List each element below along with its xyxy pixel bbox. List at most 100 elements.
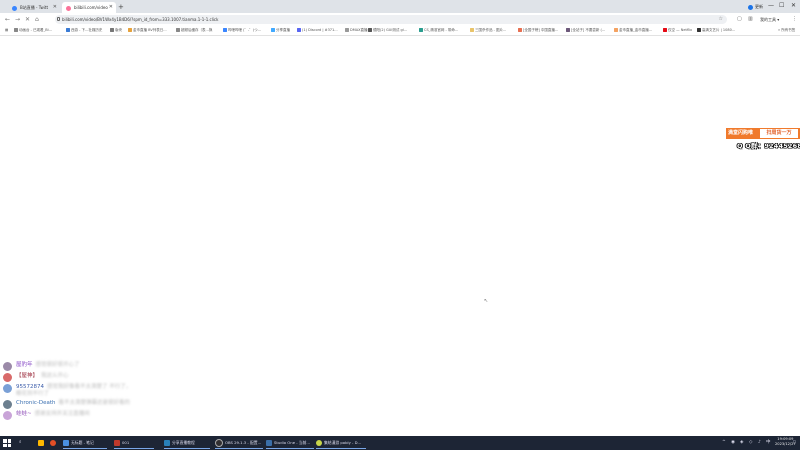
chat-username: 95572874 — [16, 384, 44, 390]
maximize-button[interactable]: ☐ — [779, 1, 784, 11]
menu-icon[interactable]: ⋮ — [792, 13, 797, 26]
new-tab-button[interactable]: + — [118, 2, 124, 12]
bookmark-item[interactable]: [全国子榜] 中国直播... — [518, 26, 558, 35]
bookmark-label: CS_精准官网 - 带命... — [424, 28, 459, 32]
browser-icon — [50, 440, 56, 446]
taskbar-app-label: Studio One - 当前... — [274, 440, 311, 445]
close-window-button[interactable]: ✕ — [791, 1, 796, 11]
taskbar-app-label: 001 — [122, 440, 130, 445]
bookmark-favicon-icon — [614, 28, 618, 32]
bookmark-favicon-icon — [470, 28, 474, 32]
bookmark-label: 仅空 — Netflix — [668, 28, 693, 32]
bookmark-item[interactable]: DMAX直播 — [345, 26, 368, 35]
taskbar-app-obs[interactable]: OBS 29.1.3 - 配置... — [215, 437, 263, 449]
chat-message: Chronic-Death 看不太清楚弹幕还是很好看的 — [3, 400, 133, 409]
notepad-icon — [63, 440, 69, 446]
bookmark-apps-icon[interactable]: ▦ — [5, 26, 8, 35]
bookmark-item[interactable]: 哔哩哔哩 (゜-゜)つ... — [223, 26, 261, 35]
bookmark-item[interactable]: 西游 - 下...社媒历史 — [66, 26, 102, 35]
close-tab-icon[interactable]: ✕ — [109, 2, 113, 13]
bookmark-item[interactable]: [全站子] 不要尝新 (... — [566, 26, 605, 35]
bookmark-item[interactable]: 德阳(2) GUI测试 gi... — [368, 26, 407, 35]
home-icon[interactable]: ⌂ — [35, 13, 39, 26]
folder-icon — [38, 440, 44, 446]
chat-username: 蛙蛙~ — [16, 411, 32, 417]
taskbar-app-001[interactable]: 001 — [114, 437, 154, 449]
update-button[interactable]: 更新 — [748, 2, 763, 11]
start-button[interactable] — [3, 439, 11, 447]
bookmark-label: 金币直播 BV列表日... — [133, 28, 167, 32]
back-icon[interactable]: ← — [5, 13, 10, 26]
windows-taskbar: ⌕ 无标题 - 笔记 001 分享直播教程 OBS 29.1.3 - 配置...… — [0, 436, 800, 450]
bookmark-item[interactable]: 动画台 - 已观看_Bi... — [14, 26, 52, 35]
obs-icon — [215, 439, 223, 447]
bookmark-item[interactable]: 仅空 — Netflix — [663, 26, 692, 35]
extensions-icon[interactable]: ▢ — [737, 13, 742, 26]
avatar — [3, 411, 12, 420]
bookmark-label: 金币直播_金币直播... — [619, 28, 653, 32]
bookmark-favicon-icon — [223, 28, 227, 32]
address-bar[interactable]: bilibili.com/video/BV1Wx4y1B4D6/?spm_id_… — [55, 15, 727, 24]
bookmark-item[interactable]: 超频后缓存（表...换 — [176, 26, 212, 35]
bookmark-favicon-icon — [176, 28, 180, 32]
bookmark-favicon-icon — [566, 28, 570, 32]
browser-tab-bar: B站直播 - Twitt ✕ bilibili.com/video ✕ + 更新… — [0, 0, 800, 13]
taskbar-app-pobly[interactable]: 集结漫游 pobly - D... — [316, 437, 366, 449]
volume-icon[interactable]: ♪ — [758, 437, 761, 449]
tray-chevron-icon[interactable]: ^ — [722, 437, 726, 449]
taskbar-app-label: 无标题 - 笔记 — [71, 440, 94, 445]
promo-banner-left: 满堂闪购唯 — [728, 130, 754, 136]
stop-loading-icon[interactable]: ✕ — [25, 13, 30, 26]
avatar — [3, 373, 12, 382]
tab-title: B站直播 - Twitt — [20, 5, 49, 10]
bookmark-label: 哔哩哔哩 (゜-゜)つ... — [228, 28, 261, 32]
taskbar-app-label: 集结漫游 pobly - D... — [324, 440, 362, 445]
avatar — [3, 362, 12, 371]
taskbar-app-explorer[interactable] — [38, 437, 46, 449]
search-icon[interactable]: ⌕ — [19, 437, 22, 449]
chat-message: 屋豹年 感觉很好很开心了 — [3, 362, 133, 371]
promo-banner: 满堂闪购唯 扫周货一万 — [726, 128, 800, 139]
bookmark-favicon-icon — [419, 28, 423, 32]
chat-username: 【屋神】 — [16, 373, 39, 379]
tab-active[interactable]: bilibili.com/video ✕ — [62, 2, 116, 13]
bookmark-item[interactable]: 金币直播_金币直播... — [614, 26, 652, 35]
chat-overlay: 屋豹年 感觉很好很开心了 【屋神】 我这么开心 95572874 感觉我好像看不太清楚… — [3, 362, 133, 422]
forward-icon[interactable]: → — [15, 13, 20, 26]
bookmark-item[interactable]: 高清文艺片 | 1080... — [697, 26, 735, 35]
bookmark-favicon-icon — [66, 28, 70, 32]
taskbar-app-studio-one[interactable]: Studio One - 当前... — [266, 437, 314, 449]
bookmark-item[interactable]: 三国杀作品 - 图片... — [470, 26, 506, 35]
tray-app-icon[interactable]: ◉ — [731, 437, 735, 449]
all-bookmarks-button[interactable]: » 所有书签 — [778, 26, 795, 35]
close-tab-icon[interactable]: ✕ — [53, 2, 57, 13]
taskbar-app-notepad[interactable]: 无标题 - 笔记 — [63, 437, 107, 449]
network-icon[interactable]: ◇ — [749, 437, 752, 449]
bookmark-item[interactable]: CS_精准官网 - 带命... — [419, 26, 458, 35]
bookmark-star-icon[interactable]: ☆ — [719, 15, 723, 24]
app-icon — [316, 440, 322, 446]
taskbar-app-stream-guide[interactable]: 分享直播教程 — [164, 437, 210, 449]
bookmark-favicon-icon — [345, 28, 349, 32]
bookmark-item[interactable]: 金币直播 BV列表日... — [128, 26, 167, 35]
bookmark-item[interactable]: (1) Discord | #371... — [297, 26, 338, 35]
profile-menu[interactable]: 我的工具 ▾ — [760, 13, 779, 26]
bookmark-item[interactable]: 版块 — [110, 26, 122, 35]
taskbar-app-browser[interactable] — [50, 437, 58, 449]
bookmark-favicon-icon — [14, 28, 18, 32]
promo-banner-right: 扫周货一万 — [760, 129, 798, 138]
bookmark-item[interactable]: 分享直播 — [271, 26, 290, 35]
update-icon — [748, 4, 753, 10]
chat-text: 看不太清楚弹幕还是很好看的 — [58, 400, 131, 406]
minimize-button[interactable]: — — [768, 1, 774, 11]
app-icon — [114, 440, 120, 446]
tray-app-icon[interactable]: ◈ — [740, 437, 743, 449]
mouse-cursor-icon: ↖ — [484, 298, 489, 304]
sidebar-icon[interactable]: ▥ — [748, 13, 753, 26]
chat-username: 屋豹年 — [16, 362, 33, 368]
tab-inactive[interactable]: B站直播 - Twitt ✕ — [8, 2, 60, 13]
notification-icon[interactable]: ▯ — [793, 437, 795, 449]
site-info-icon[interactable] — [57, 17, 60, 21]
bookmark-label: 版块 — [115, 28, 122, 32]
input-method-icon[interactable]: 中 — [766, 437, 771, 449]
